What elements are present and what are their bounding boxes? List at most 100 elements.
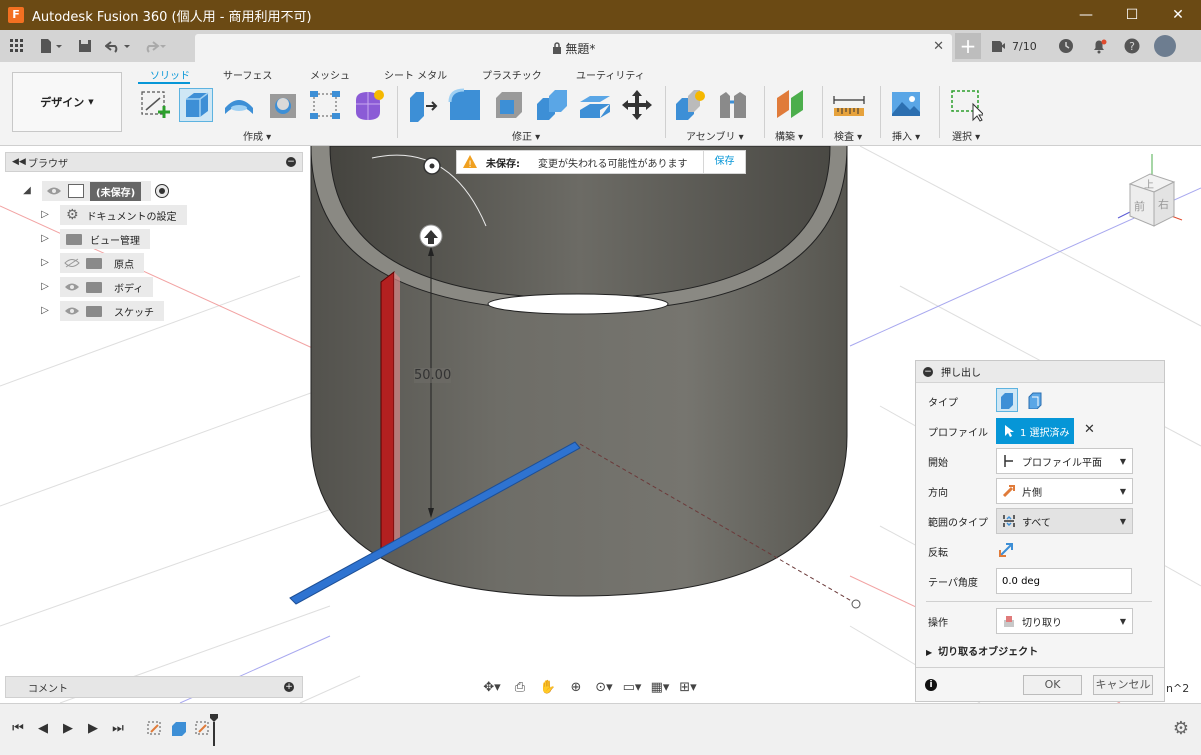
insert-image-icon[interactable] [890,88,924,122]
document-tab[interactable]: 無題* ✕ [195,34,952,62]
maximize-button[interactable]: ☐ [1109,0,1155,30]
hole-icon[interactable] [266,88,300,122]
operation-dropdown[interactable]: 切り取り ▼ [996,608,1133,634]
go-to-start-icon[interactable]: ⏮ [10,721,26,737]
hidden-eye-icon[interactable] [64,258,80,268]
group-select[interactable]: 選択 ▾ [952,128,980,143]
press-pull-icon[interactable] [406,88,440,122]
timeline-sketch-icon[interactable] [146,720,164,741]
tree-item-sketches[interactable]: ▷ スケッチ [38,301,164,321]
dimension-label[interactable]: 50.00 [414,368,452,383]
comments-panel[interactable]: コメント + [5,676,303,698]
expand-triangle-icon[interactable]: ▷ [38,232,52,246]
timeline-extrude-icon[interactable] [170,720,188,741]
tree-item-origin[interactable]: ▷ 原点 [38,253,144,273]
profile-selection-button[interactable]: 1 選択済み [996,418,1074,444]
extent-dropdown[interactable]: すべて ▼ [996,508,1133,534]
banner-save-button[interactable]: 保存 [703,151,745,173]
group-inspect[interactable]: 検査 ▾ [834,128,862,143]
timeline-marker[interactable] [210,714,218,746]
group-create[interactable]: 作成 ▾ [243,128,271,143]
zoom-icon[interactable]: ⊕ [564,679,588,697]
tree-root[interactable]: ◢ (未保存) [20,181,170,201]
revolve-icon[interactable] [222,88,256,122]
create-sketch-icon[interactable] [138,88,172,122]
tab-surface[interactable]: サーフェス [223,67,272,82]
minimize-button[interactable]: — [1063,0,1109,30]
select-window-icon[interactable] [949,88,986,122]
collapse-left-icon[interactable]: ◀◀ [12,157,26,167]
visibility-eye-icon[interactable] [64,306,80,316]
clear-selection-icon[interactable]: ✕ [1084,422,1095,437]
expand-triangle-icon[interactable]: ▷ [38,208,52,222]
tab-solid[interactable]: ソリッド [150,67,190,82]
step-back-icon[interactable]: ◀ [35,721,51,737]
tree-item-bodies[interactable]: ▷ ボディ [38,277,154,297]
file-menu-icon[interactable] [34,35,68,57]
look-at-icon[interactable]: ⎙ [508,679,532,697]
user-avatar[interactable] [1153,35,1176,57]
job-status[interactable]: 7/10 [991,39,1037,53]
tab-sheet-metal[interactable]: シート メタル [384,67,447,82]
flip-icon[interactable] [998,542,1014,561]
active-component-radio[interactable] [155,184,170,198]
orbit-icon[interactable]: ✥▾ [480,679,504,697]
info-icon[interactable]: i [925,679,937,691]
tree-item-named-views[interactable]: ▷ ビュー管理 [38,229,150,249]
browser-minimize-icon[interactable]: − [286,157,296,167]
extrude-icon[interactable] [179,88,213,122]
cancel-button[interactable]: キャンセル [1093,675,1153,695]
offset-plane-icon[interactable] [775,88,809,122]
visibility-eye-icon[interactable] [46,186,62,196]
notification-bell-icon[interactable] [1088,35,1110,57]
save-icon[interactable] [72,35,98,57]
start-dropdown[interactable]: プロファイル平面 ▼ [996,448,1133,474]
view-cube[interactable]: 上 前 右 [1110,152,1190,232]
new-component-icon[interactable] [674,88,708,122]
collapse-triangle-icon[interactable]: ◢ [20,184,34,198]
expand-triangle-icon[interactable]: ▷ [38,256,52,270]
joint-icon[interactable] [716,88,750,122]
visibility-eye-icon[interactable] [64,282,80,292]
undo-icon[interactable] [102,35,134,57]
tab-utility[interactable]: ユーティリティ [576,67,645,82]
group-assemble[interactable]: アセンブリ ▾ [686,128,744,143]
tab-plastic[interactable]: プラスチック [482,67,542,82]
viewports-icon[interactable]: ⊞▾ [676,679,700,697]
objects-to-cut-row[interactable]: ▶ 切り取るオブジェクト [926,643,1038,658]
dialog-collapse-icon[interactable]: − [923,366,933,377]
redo-icon[interactable] [138,35,170,57]
new-tab-button[interactable]: + [955,33,981,59]
tab-mesh[interactable]: メッシュ [310,67,350,82]
history-clock-icon[interactable] [1055,35,1077,57]
tree-item-document-settings[interactable]: ▷ ⚙ ドキュメントの設定 [38,205,187,225]
shell-icon[interactable] [492,88,526,122]
offset-face-icon[interactable] [578,88,612,122]
fillet-icon[interactable] [448,88,482,122]
pan-hand-icon[interactable]: ✋ [536,679,560,697]
data-panel-grid-icon[interactable] [4,35,30,57]
create-form-icon[interactable] [352,88,386,122]
group-modify[interactable]: 修正 ▾ [512,128,540,143]
grid-settings-icon[interactable]: ▦▾ [648,679,672,697]
group-construct[interactable]: 構築 ▾ [775,128,803,143]
pattern-icon[interactable] [308,88,342,122]
group-insert[interactable]: 挿入 ▾ [892,128,920,143]
go-to-end-icon[interactable]: ⏭ [110,721,126,737]
browser-panel-header[interactable]: ◀◀ ブラウザ − [5,152,303,172]
expand-triangle-icon[interactable]: ▷ [38,304,52,318]
ok-button[interactable]: OK [1023,675,1082,695]
move-copy-icon[interactable] [620,88,654,122]
timeline-settings-gear-icon[interactable]: ⚙ [1173,718,1189,739]
extrude-dialog-header[interactable]: − 押し出し [916,361,1164,383]
direction-dropdown[interactable]: 片側 ▼ [996,478,1133,504]
step-forward-icon[interactable]: ▶ [85,721,101,737]
workspace-switcher[interactable]: デザイン ▼ [12,72,122,132]
type-thin-icon[interactable] [1024,388,1046,412]
close-window-button[interactable]: ✕ [1155,0,1201,30]
play-icon[interactable]: ▶ [60,721,76,737]
display-settings-icon[interactable]: ▭▾ [620,679,644,697]
close-tab-icon[interactable]: ✕ [933,39,944,54]
type-body-icon[interactable] [996,388,1018,412]
taper-angle-input[interactable] [996,568,1132,594]
